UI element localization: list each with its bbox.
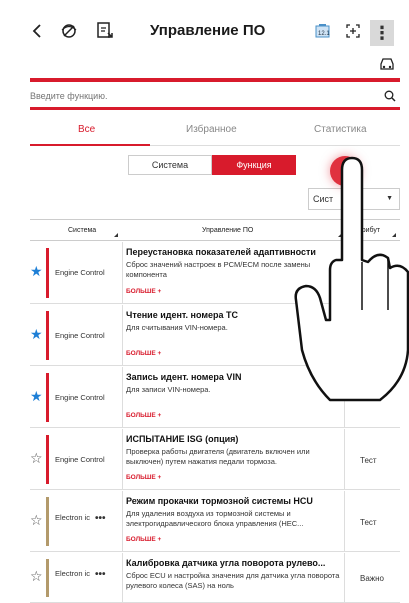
- system-filter-dropdown[interactable]: Сист ▼: [308, 188, 400, 210]
- table-row[interactable]: ★ Engine Control Переустановка показателей…: [30, 242, 400, 304]
- more-link[interactable]: БОЛЬШЕ +: [126, 350, 161, 357]
- touch-point-indicator: [330, 156, 360, 186]
- system-name: Electron ic: [55, 569, 91, 578]
- function-description: Сброс ECU и настройка значения для датчи…: [126, 571, 340, 590]
- more-options-icon[interactable]: •••: [95, 569, 106, 580]
- system-color-bar: [46, 435, 49, 484]
- sort-icon: [392, 233, 396, 237]
- active-tab-indicator: [30, 144, 150, 146]
- system-color-bar: [46, 248, 49, 298]
- tab-statistics[interactable]: Статистика: [314, 124, 367, 135]
- system-name: Engine Control: [55, 392, 105, 402]
- star-filled-icon[interactable]: ★: [30, 263, 44, 280]
- column-divider: [122, 491, 123, 552]
- function-description: Проверка работы двигателя (двигатель вкл…: [126, 447, 310, 466]
- column-header-function[interactable]: Управление ПО: [202, 227, 253, 234]
- system-name: Electron ic: [55, 512, 91, 522]
- system-color-bar: [46, 559, 49, 597]
- dropdown-value: Сист: [313, 194, 334, 204]
- sort-icon: [338, 233, 342, 237]
- function-name: Чтение идент. номера ТС: [126, 310, 238, 320]
- more-options-icon[interactable]: •••: [95, 513, 106, 524]
- more-link[interactable]: БОЛЬШЕ +: [126, 474, 161, 481]
- star-outline-icon[interactable]: ☆: [30, 512, 44, 529]
- system-color-bar: [46, 311, 49, 360]
- more-link[interactable]: БОЛЬШЕ +: [126, 288, 161, 295]
- search-icon[interactable]: [384, 89, 396, 107]
- column-divider: [122, 429, 123, 490]
- attribute-value: Тест: [360, 455, 377, 465]
- function-name: Переустановка показателей адаптивности: [126, 247, 316, 257]
- column-divider: [122, 305, 123, 366]
- column-divider: [122, 242, 123, 304]
- tab-bar: Все Избранное Статистика: [30, 118, 400, 146]
- column-divider: [122, 553, 123, 603]
- function-name: ИСПЫТАНИЕ ISG (опция): [126, 434, 239, 444]
- svg-text:12.1: 12.1: [318, 31, 330, 37]
- report-icon[interactable]: [94, 20, 116, 42]
- function-description: Для удаления воздуха из тормозной систем…: [126, 509, 304, 528]
- more-link[interactable]: БОЛЬШЕ +: [126, 536, 161, 543]
- star-outline-icon[interactable]: ☆: [30, 450, 44, 467]
- column-divider: [122, 367, 123, 428]
- table-row[interactable]: ☆ Electron ic ••• Режим прокачки тормозной …: [30, 491, 400, 552]
- sort-icon: [114, 233, 118, 237]
- caret-down-icon: ▼: [386, 195, 393, 202]
- system-name: Engine Control: [55, 330, 105, 340]
- table-header: Система Управление ПО Атрибут: [30, 219, 400, 241]
- function-description: Для записи VIN-номера.: [126, 385, 211, 394]
- chevron-left-icon[interactable]: [26, 20, 48, 42]
- attribute-value: Важно: [360, 574, 385, 583]
- star-outline-icon[interactable]: ☆: [30, 568, 44, 585]
- search-input[interactable]: [30, 86, 370, 106]
- page-title: Управление ПО: [150, 22, 266, 39]
- system-color-bar: [46, 373, 49, 422]
- battery-icon: 12.1: [312, 20, 334, 42]
- table-row[interactable]: ☆ Engine Control ИСПЫТАНИЕ ISG (опция) Пров…: [30, 429, 400, 490]
- segment-function[interactable]: Функция: [212, 155, 296, 175]
- attribute-value: Тест: [360, 517, 377, 527]
- search-bottom-border: [30, 107, 400, 110]
- tab-favorites[interactable]: Избранное: [186, 124, 237, 135]
- function-description: Для считывания VIN-номера.: [126, 323, 228, 332]
- function-name: Режим прокачки тормозной системы HCU: [126, 496, 313, 506]
- table-row[interactable]: ☆ Electron ic ••• Калибровка датчика угла п…: [30, 553, 400, 603]
- function-name: Запись идент. номера VIN: [126, 372, 242, 382]
- top-bar: Управление ПО 12.1 ⋮: [0, 0, 400, 58]
- star-filled-icon[interactable]: ★: [30, 326, 44, 343]
- system-name: Engine Control: [55, 454, 105, 464]
- vci-connection-icon[interactable]: [58, 20, 80, 42]
- segment-system[interactable]: Система: [128, 155, 212, 175]
- more-link[interactable]: БОЛЬШЕ +: [126, 412, 161, 419]
- system-name: Engine Control: [55, 268, 105, 277]
- table-row[interactable]: ★ Engine Control Запись идент. номера VIN Д…: [30, 367, 400, 428]
- kebab-menu-icon[interactable]: ⋮: [370, 20, 394, 46]
- system-color-bar: [46, 497, 49, 546]
- table-row[interactable]: ★ Engine Control Чтение идент. номера ТС Дл…: [30, 305, 400, 366]
- car-icon[interactable]: [378, 56, 396, 72]
- column-header-attribute[interactable]: Атрибут: [354, 227, 380, 234]
- star-filled-icon[interactable]: ★: [30, 388, 44, 405]
- search-top-border: [30, 78, 400, 82]
- fullscreen-icon[interactable]: [342, 20, 364, 42]
- search-bar: [30, 86, 400, 106]
- function-description: Сброс значений настроек в PCM/ECM после …: [126, 260, 311, 279]
- column-header-system[interactable]: Система: [68, 227, 96, 234]
- tab-all[interactable]: Все: [78, 124, 95, 135]
- function-name: Калибровка датчика угла поворота рулево.…: [126, 558, 326, 568]
